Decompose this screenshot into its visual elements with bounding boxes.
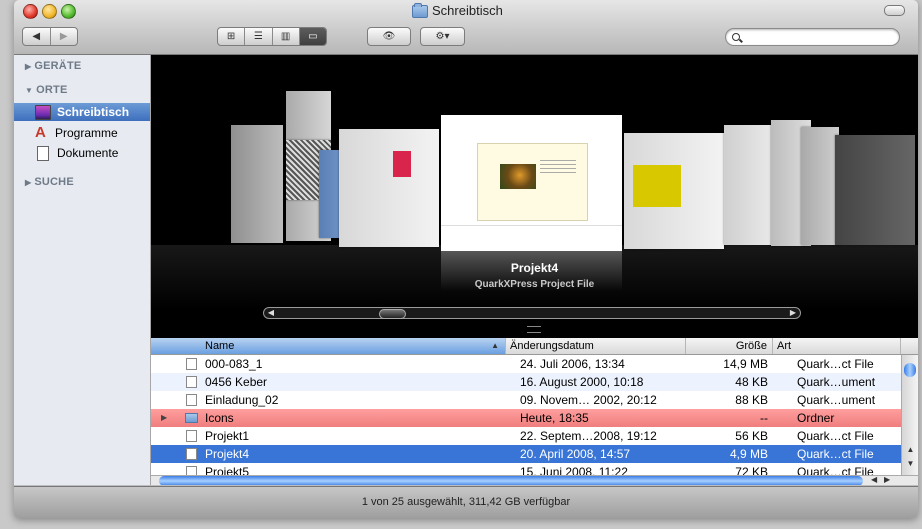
sidebar-item-desktop[interactable]: Schreibtisch <box>14 103 150 121</box>
quark-file-icon <box>186 448 197 460</box>
close-button[interactable] <box>23 4 38 19</box>
coverflow-view: Projekt4 QuarkXPress Project File ◀ ▶ <box>151 55 918 338</box>
coverflow-current-item[interactable] <box>441 115 622 251</box>
quark-file-icon <box>186 430 197 442</box>
vertical-scrollbar[interactable]: ▲ ▼ <box>901 355 918 475</box>
table-row[interactable]: 000-083_1 24. Juli 2006, 13:34 14,9 MB Q… <box>151 355 901 373</box>
action-menu-button[interactable]: ⚙▾ <box>420 27 465 46</box>
disclosure-right-icon: ▶ <box>25 62 32 71</box>
minimize-button[interactable] <box>42 4 57 19</box>
scroll-left-icon[interactable]: ◀ <box>265 308 277 318</box>
view-mode-group: ⊞ ☰ ▥ ▭ <box>217 27 327 46</box>
sidebar-item-label: Schreibtisch <box>57 105 130 119</box>
preview-text-lines <box>540 160 576 161</box>
scroll-right-icon[interactable]: ▶ <box>787 308 799 318</box>
search-field[interactable] <box>725 28 900 46</box>
scroll-right-icon[interactable]: ▶ <box>884 475 890 484</box>
sidebar-section-search[interactable]: ▶ SUCHE <box>25 176 74 188</box>
horizontal-scroll-thumb[interactable] <box>159 476 863 485</box>
back-button[interactable]: ◀ <box>23 28 51 45</box>
quark-file-icon <box>186 358 197 370</box>
folder-icon <box>412 2 428 18</box>
sidebar-section-places[interactable]: ▼ ORTE <box>25 84 67 96</box>
documents-icon <box>37 145 49 161</box>
cover-item[interactable] <box>835 135 915 245</box>
gear-icon: ⚙▾ <box>435 31 450 42</box>
coverflow-scrollbar[interactable]: ◀ ▶ <box>263 307 801 319</box>
table-row[interactable]: Projekt1 22. Septem…2008, 19:12 56 KB Qu… <box>151 427 901 445</box>
back-arrow-icon: ◀ <box>32 31 41 42</box>
list-view-icon: ☰ <box>253 31 263 42</box>
file-list: Name ▲ Änderungsdatum Größe Art 000-083_… <box>151 338 918 485</box>
column-header-date[interactable]: Änderungsdatum <box>506 338 686 354</box>
sidebar-item-label: Programme <box>55 126 118 140</box>
butterfly-image <box>500 164 536 189</box>
desktop-icon <box>35 104 51 120</box>
disclosure-right-icon: ▶ <box>25 178 32 187</box>
horizontal-scrollbar[interactable]: ◀ ▶ <box>151 475 918 485</box>
document-preview <box>477 143 588 221</box>
toolbar: Schreibtisch ◀ ▶ ⊞ ☰ ▥ ▭ 👁 ⚙▾ <box>14 0 918 55</box>
forward-button[interactable]: ▶ <box>51 28 78 45</box>
table-row[interactable]: ▶ Icons Heute, 18:35 -- Ordner <box>151 409 901 427</box>
column-header-kind[interactable]: Art <box>773 338 901 354</box>
window-title-text: Schreibtisch <box>432 3 503 18</box>
coverflow-scroll-thumb[interactable] <box>379 309 406 319</box>
split-handle[interactable] <box>527 326 541 333</box>
table-row-selected[interactable]: Projekt4 20. April 2008, 14:57 4,9 MB Qu… <box>151 445 901 463</box>
sidebar: ▶GERÄTE ▼ORTE Schreibtisch Programme Dok… <box>14 55 151 485</box>
cover-item[interactable] <box>801 127 839 245</box>
cover-item[interactable] <box>231 125 283 243</box>
list-header: Name ▲ Änderungsdatum Größe Art <box>151 338 918 355</box>
list-view-button[interactable]: ☰ <box>245 28 273 45</box>
search-input[interactable] <box>746 30 898 46</box>
sidebar-item-label: Dokumente <box>57 146 119 160</box>
disclosure-right-icon[interactable]: ▶ <box>161 409 167 427</box>
column-view-button[interactable]: ▥ <box>273 28 300 45</box>
document-icon <box>186 376 197 388</box>
coverflow-item-kind: QuarkXPress Project File <box>474 279 595 290</box>
forward-arrow-icon: ▶ <box>59 31 68 42</box>
finder-window: Schreibtisch ◀ ▶ ⊞ ☰ ▥ ▭ 👁 ⚙▾ ▶ GERÄTE ▼… <box>14 0 918 518</box>
status-bar: 1 von 25 ausgewählt, 311,42 GB verfügbar <box>14 486 918 518</box>
scroll-down-icon[interactable]: ▼ <box>902 459 918 468</box>
applications-icon <box>35 124 49 141</box>
icon-view-button[interactable]: ⊞ <box>218 28 246 45</box>
coverflow-view-button[interactable]: ▭ <box>299 28 326 45</box>
cover-item[interactable] <box>724 125 776 245</box>
sidebar-item-applications[interactable]: Programme <box>14 124 150 142</box>
scroll-up-icon[interactable]: ▲ <box>902 445 918 454</box>
column-header-name[interactable]: Name ▲ <box>151 338 506 354</box>
disclosure-down-icon: ▼ <box>25 86 34 95</box>
zoom-button[interactable] <box>61 4 76 19</box>
table-row[interactable]: Einladung_02 09. Novem… 2002, 20:12 88 K… <box>151 391 901 409</box>
table-row[interactable]: 0456 Keber 16. August 2000, 10:18 48 KB … <box>151 373 901 391</box>
column-view-icon: ▥ <box>280 31 291 42</box>
document-icon <box>186 394 197 406</box>
window-title: Schreibtisch <box>412 2 503 19</box>
quicklook-button[interactable]: 👁 <box>367 27 411 46</box>
search-icon <box>732 33 740 41</box>
sidebar-item-documents[interactable]: Dokumente <box>14 144 150 162</box>
coverflow-view-icon: ▭ <box>308 31 318 42</box>
folder-icon <box>185 413 198 423</box>
eye-icon: 👁 <box>382 31 396 42</box>
icon-view-icon: ⊞ <box>226 31 236 42</box>
back-forward-group: ◀ ▶ <box>22 27 78 46</box>
cover-item-thumbnail <box>393 151 411 177</box>
cover-item-thumbnail <box>633 165 681 207</box>
coverflow-item-title: Projekt4 <box>510 261 559 275</box>
vertical-scroll-thumb[interactable] <box>904 363 916 377</box>
cover-item[interactable] <box>339 129 439 247</box>
sidebar-section-devices[interactable]: ▶ GERÄTE <box>25 60 81 72</box>
sort-ascending-icon: ▲ <box>491 341 499 350</box>
status-text: 1 von 25 ausgewählt, 311,42 GB verfügbar <box>361 496 571 508</box>
toolbar-toggle-button[interactable] <box>884 5 905 16</box>
scroll-left-icon[interactable]: ◀ <box>871 475 877 484</box>
column-header-size[interactable]: Größe <box>686 338 773 354</box>
